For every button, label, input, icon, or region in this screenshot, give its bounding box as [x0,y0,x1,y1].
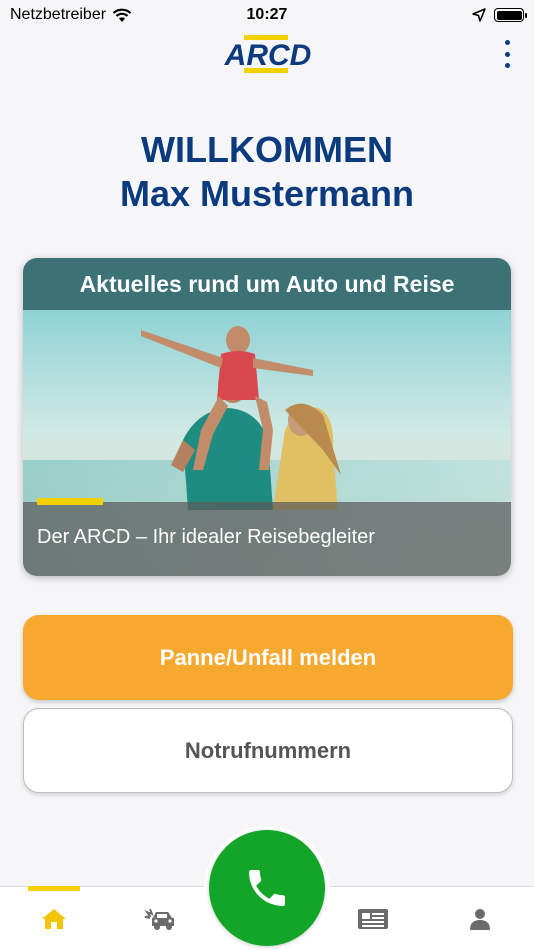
app-header: ARCD [0,32,534,76]
welcome-line: WILLKOMMEN [141,129,393,170]
news-card[interactable]: Aktuelles rund um Auto und Reise Der ARC… [23,258,511,576]
wifi-icon [112,8,132,22]
home-icon [42,909,66,929]
user-name: Max Mustermann [119,173,415,214]
tab-profile[interactable] [448,887,512,950]
location-arrow-icon [472,8,486,22]
tab-car-accident[interactable] [128,887,192,950]
carrier-label: Netzbetreiber [10,6,107,23]
logo-text: ARCD [224,39,312,72]
more-menu-button[interactable] [498,40,516,68]
newspaper-icon [358,909,388,929]
emergency-call-button[interactable] [209,830,325,946]
battery-icon [494,8,527,22]
caption-accent [37,498,103,505]
person-icon [470,909,490,930]
news-card-caption: Der ARCD – Ihr idealer Reisebegleiter [37,526,375,548]
car-accident-icon [144,908,174,930]
emergency-numbers-button[interactable]: Notrufnummern [23,708,513,793]
status-bar: Netzbetreiber 10:27 [0,0,534,30]
welcome-heading: WILLKOMMEN Max Mustermann [0,128,534,216]
status-left: Netzbetreiber [10,6,132,24]
arcd-logo: ARCD [224,35,312,73]
active-tab-indicator [28,886,80,891]
news-card-caption-bar: Der ARCD – Ihr idealer Reisebegleiter [23,498,511,576]
report-breakdown-button[interactable]: Panne/Unfall melden [23,615,513,700]
more-dots-icon [504,40,510,45]
phone-icon [249,870,285,906]
status-right [472,8,527,22]
tab-home[interactable] [22,886,86,950]
tab-news[interactable] [341,887,405,950]
news-card-title: Aktuelles rund um Auto und Reise [23,258,511,310]
